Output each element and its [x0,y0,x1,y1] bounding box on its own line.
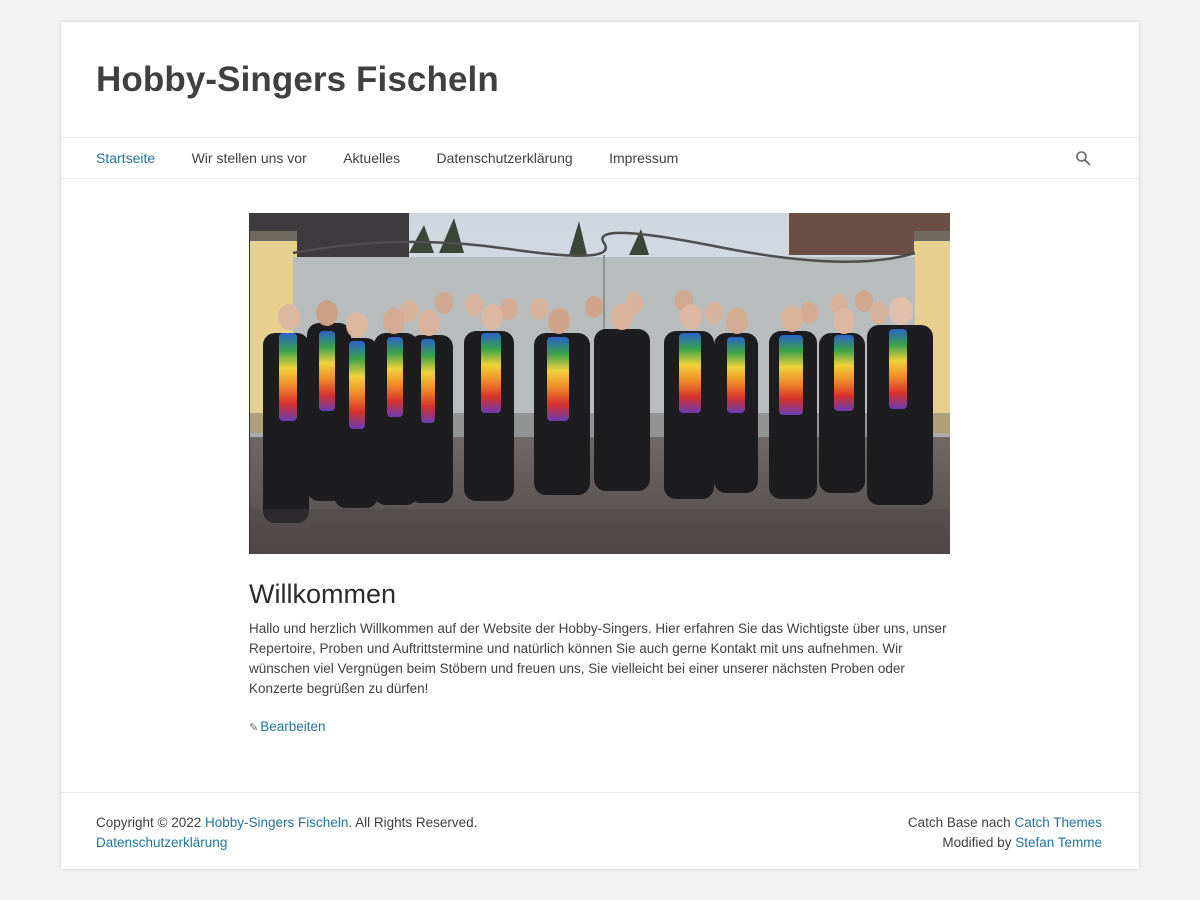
nav-item-startseite[interactable]: Startseite [96,138,155,178]
site-footer: Copyright © 2022 Hobby-Singers Fischeln.… [61,792,1139,870]
footer-right: Catch Base nach Catch Themes Modified by… [908,813,1102,853]
choir-group-photo [249,213,950,554]
page-container: Hobby-Singers Fischeln Startseite Wir st… [61,22,1139,869]
copyright-text: Copyright © 2022 [96,815,206,830]
nav-item-aktuelles[interactable]: Aktuelles [343,138,400,178]
pencil-icon: ✎ [249,722,259,734]
theme-text: Catch Base nach [907,815,1015,830]
site-title[interactable]: Hobby-Singers Fischeln [96,60,499,100]
edit-link[interactable]: ✎ Bearbeiten [249,719,326,734]
nav-item-datenschutz[interactable]: Datenschutzerklärung [436,138,572,178]
footer-site-link[interactable]: Hobby-Singers Fischeln [205,815,348,830]
entry-title: Willkommen [249,579,397,609]
nav-item-wir-stellen-uns-vor[interactable]: Wir stellen uns vor [192,138,307,178]
rights-text: . All Rights Reserved. [348,815,478,830]
stefan-temme-link[interactable]: Stefan Temme [1015,835,1102,850]
edit-label: Bearbeiten [260,719,326,734]
search-icon[interactable] [1075,150,1091,166]
main-nav: Startseite Wir stellen uns vor Aktuelles… [61,137,1139,179]
catch-themes-link[interactable]: Catch Themes [1014,815,1102,830]
entry-text: Hallo und herzlich Willkommen auf der We… [249,621,947,696]
modified-text: Modified by [942,835,1016,850]
footer-left: Copyright © 2022 Hobby-Singers Fischeln.… [96,813,477,853]
nav-item-impressum[interactable]: Impressum [609,138,678,178]
footer-privacy-link[interactable]: Datenschutzerklärung [96,835,227,850]
